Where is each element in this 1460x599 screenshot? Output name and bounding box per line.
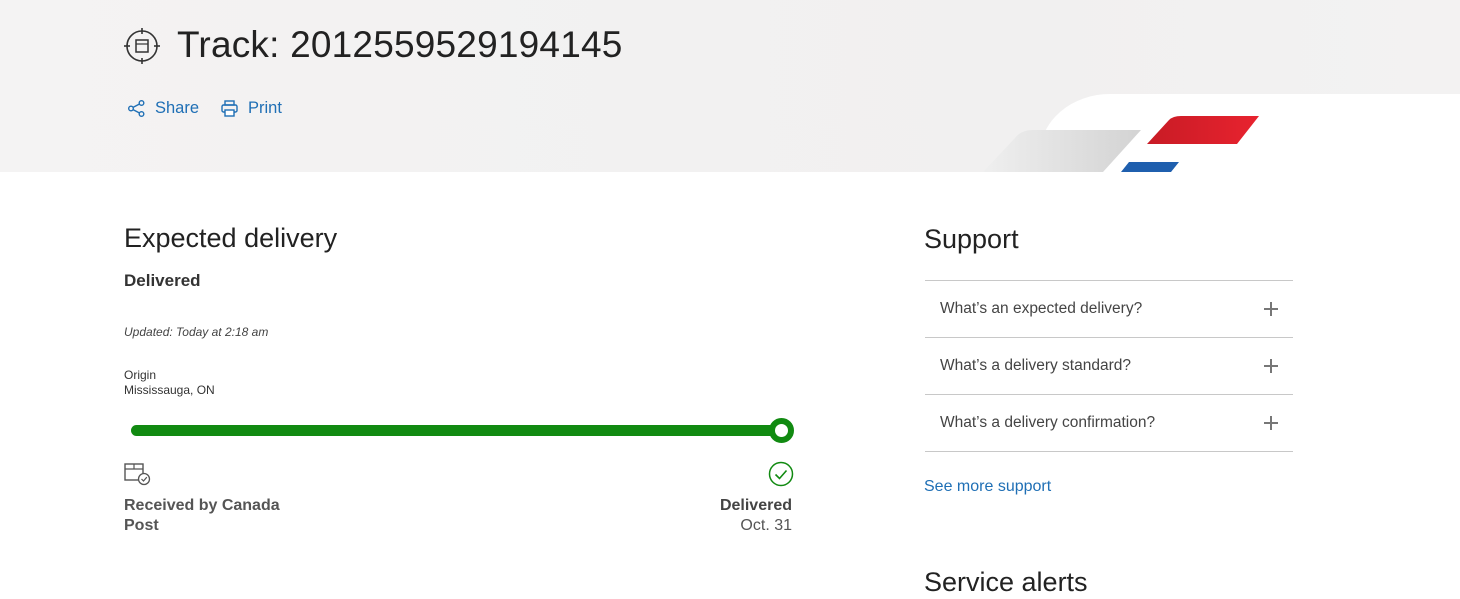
share-label: Share: [155, 98, 200, 117]
check-circle-icon: [768, 461, 794, 487]
page-header: Track: 2012559529194145 Share Print: [0, 0, 1460, 172]
brand-stripes-graphic: [983, 116, 1259, 172]
printer-icon: [221, 99, 238, 117]
delivered-step-label: Delivered: [719, 497, 792, 514]
delivery-status: Delivered: [124, 271, 201, 290]
faq-label: What’s a delivery confirmation?: [940, 414, 1156, 431]
support-heading: Support: [924, 224, 1019, 254]
share-icon: [128, 99, 145, 117]
faq-item-delivery-standard[interactable]: What’s a delivery standard?: [925, 338, 1293, 395]
print-label: Print: [248, 98, 282, 117]
faq-label: What’s a delivery standard?: [940, 357, 1131, 374]
page-title: Track: 2012559529194145: [177, 24, 623, 65]
delivery-progress-fill: [131, 425, 782, 436]
faq-item-delivery-confirmation[interactable]: What’s a delivery confirmation?: [925, 395, 1293, 452]
tracking-target-icon: [124, 28, 160, 64]
support-faq-list: What’s an expected delivery? What’s a de…: [925, 280, 1293, 452]
service-alerts-heading: Service alerts: [924, 567, 1088, 597]
package-received-icon: [124, 461, 152, 487]
delivered-step-date: Oct. 31: [740, 517, 792, 534]
plus-icon: [1264, 416, 1278, 430]
progress-end-marker: [769, 418, 794, 443]
print-link[interactable]: Print: [220, 96, 282, 120]
expected-delivery-heading: Expected delivery: [124, 223, 338, 253]
plus-icon: [1264, 302, 1278, 316]
delivery-progress-bar: [131, 425, 782, 436]
received-step-label: Received by Canada Post: [124, 497, 280, 534]
faq-label: What’s an expected delivery?: [940, 300, 1143, 317]
origin-label: Origin: [124, 368, 157, 382]
faq-item-expected-delivery[interactable]: What’s an expected delivery?: [925, 281, 1293, 338]
origin-value: Mississauga, ON: [124, 383, 215, 397]
see-more-support-link[interactable]: See more support: [924, 478, 1051, 496]
share-link[interactable]: Share: [127, 96, 199, 120]
plus-icon: [1264, 359, 1278, 373]
updated-timestamp: Updated: Today at 2:18 am: [124, 325, 269, 339]
